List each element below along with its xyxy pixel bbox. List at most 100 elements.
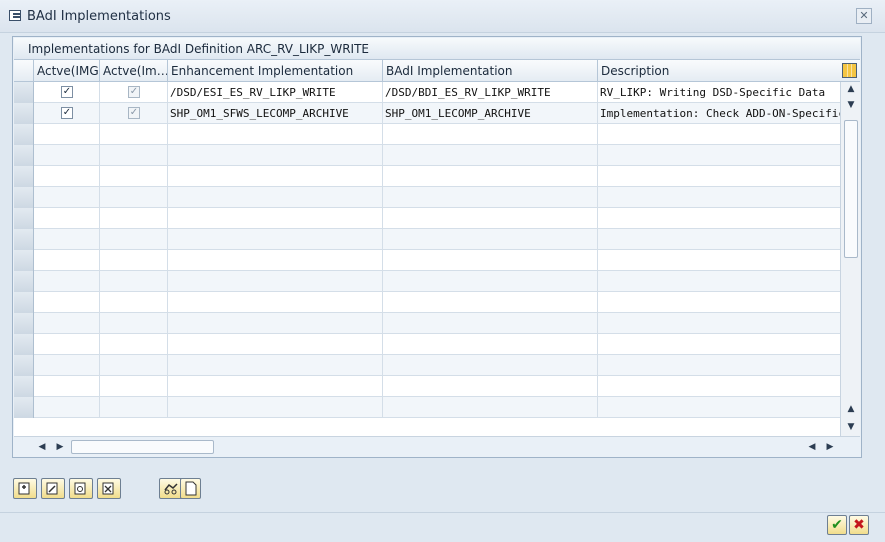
row-selector[interactable] (14, 166, 34, 187)
table-row[interactable] (14, 376, 840, 397)
create-implementation-button[interactable] (13, 478, 37, 499)
row-selector[interactable] (14, 145, 34, 166)
horizontal-scroll-thumb[interactable] (71, 440, 214, 454)
table-row[interactable] (14, 145, 840, 166)
empty-cell[interactable] (168, 334, 383, 355)
scroll-left-icon[interactable]: ◀ (36, 440, 48, 454)
table-row[interactable] (14, 229, 840, 250)
description-cell[interactable]: RV_LIKP: Writing DSD-Specific Data (598, 82, 840, 103)
empty-cell[interactable] (598, 355, 840, 376)
empty-cell[interactable] (168, 292, 383, 313)
table-row[interactable] (14, 166, 840, 187)
scroll-right-icon[interactable]: ▶ (824, 440, 836, 454)
empty-cell[interactable] (100, 334, 168, 355)
empty-cell[interactable] (168, 250, 383, 271)
empty-cell[interactable] (34, 124, 100, 145)
close-button[interactable]: ✕ (856, 8, 872, 24)
empty-cell[interactable] (34, 397, 100, 418)
column-header-description[interactable]: Description (598, 60, 840, 82)
empty-cell[interactable] (100, 313, 168, 334)
empty-cell[interactable] (168, 355, 383, 376)
row-selector[interactable] (14, 397, 34, 418)
active-impl-checkbox[interactable]: ✓ (100, 103, 168, 124)
empty-cell[interactable] (168, 313, 383, 334)
row-selector[interactable] (14, 376, 34, 397)
active-img-checkbox[interactable]: ✓ (61, 86, 73, 98)
empty-cell[interactable] (598, 334, 840, 355)
row-selector[interactable] (14, 208, 34, 229)
change-implementation-button[interactable] (41, 478, 65, 499)
table-row[interactable] (14, 208, 840, 229)
active-img-checkbox[interactable]: ✓ (34, 82, 100, 103)
empty-cell[interactable] (34, 313, 100, 334)
empty-cell[interactable] (383, 355, 598, 376)
empty-cell[interactable] (168, 229, 383, 250)
empty-cell[interactable] (100, 166, 168, 187)
row-selector[interactable] (14, 250, 34, 271)
active-impl-checkbox[interactable]: ✓ (100, 82, 168, 103)
vertical-scrollbar[interactable]: ▲ ▼ ▲ ▼ (840, 82, 860, 436)
empty-cell[interactable] (383, 271, 598, 292)
empty-cell[interactable] (598, 208, 840, 229)
empty-cell[interactable] (34, 376, 100, 397)
empty-cell[interactable] (383, 166, 598, 187)
row-selector[interactable] (14, 334, 34, 355)
table-row[interactable] (14, 334, 840, 355)
empty-cell[interactable] (598, 313, 840, 334)
empty-cell[interactable] (100, 397, 168, 418)
empty-cell[interactable] (100, 229, 168, 250)
empty-cell[interactable] (598, 145, 840, 166)
table-row[interactable] (14, 313, 840, 334)
enhancement-implementation-cell[interactable]: /DSD/ESI_ES_RV_LIKP_WRITE (168, 82, 383, 103)
scroll-page-up-icon[interactable]: ▲ (844, 402, 858, 416)
empty-cell[interactable] (100, 145, 168, 166)
scroll-down-icon[interactable]: ▼ (844, 420, 858, 434)
table-row[interactable] (14, 292, 840, 313)
empty-cell[interactable] (34, 250, 100, 271)
delete-implementation-button[interactable] (97, 478, 121, 499)
empty-cell[interactable] (168, 145, 383, 166)
empty-cell[interactable] (100, 271, 168, 292)
table-row[interactable] (14, 187, 840, 208)
empty-cell[interactable] (383, 145, 598, 166)
empty-cell[interactable] (598, 124, 840, 145)
empty-cell[interactable] (598, 397, 840, 418)
empty-cell[interactable] (34, 271, 100, 292)
empty-cell[interactable] (383, 292, 598, 313)
table-row[interactable] (14, 355, 840, 376)
empty-cell[interactable] (383, 208, 598, 229)
empty-cell[interactable] (598, 292, 840, 313)
empty-cell[interactable] (598, 271, 840, 292)
row-selector[interactable] (14, 124, 34, 145)
empty-cell[interactable] (598, 250, 840, 271)
column-header-enhancement-implementation[interactable]: Enhancement Implementation (168, 60, 383, 82)
empty-cell[interactable] (34, 292, 100, 313)
enhancement-implementation-cell[interactable]: SHP_OM1_SFWS_LECOMP_ARCHIVE (168, 103, 383, 124)
column-header-active-img[interactable]: Actve(IMG) (34, 60, 100, 82)
row-selector[interactable] (14, 271, 34, 292)
horizontal-scrollbar[interactable]: ◀ ▶ ◀ ▶ (14, 436, 860, 456)
row-selector[interactable] (14, 229, 34, 250)
badi-implementation-cell[interactable]: /DSD/BDI_ES_RV_LIKP_WRITE (383, 82, 598, 103)
empty-cell[interactable] (598, 166, 840, 187)
empty-cell[interactable] (34, 166, 100, 187)
empty-cell[interactable] (383, 187, 598, 208)
empty-cell[interactable] (168, 376, 383, 397)
empty-cell[interactable] (100, 208, 168, 229)
row-selector[interactable] (14, 187, 34, 208)
row-selector[interactable] (14, 103, 34, 124)
empty-cell[interactable] (34, 145, 100, 166)
display-implementation-button[interactable] (69, 478, 93, 499)
vertical-scroll-thumb[interactable] (844, 120, 858, 258)
scroll-left-end-icon[interactable]: ◀ (806, 440, 818, 454)
empty-cell[interactable] (383, 124, 598, 145)
table-row[interactable] (14, 397, 840, 418)
row-selector[interactable] (14, 82, 34, 103)
new-document-button[interactable] (180, 478, 201, 499)
badi-implementation-cell[interactable]: SHP_OM1_LECOMP_ARCHIVE (383, 103, 598, 124)
empty-cell[interactable] (100, 355, 168, 376)
table-row[interactable] (14, 271, 840, 292)
empty-cell[interactable] (168, 124, 383, 145)
empty-cell[interactable] (34, 229, 100, 250)
empty-cell[interactable] (34, 334, 100, 355)
